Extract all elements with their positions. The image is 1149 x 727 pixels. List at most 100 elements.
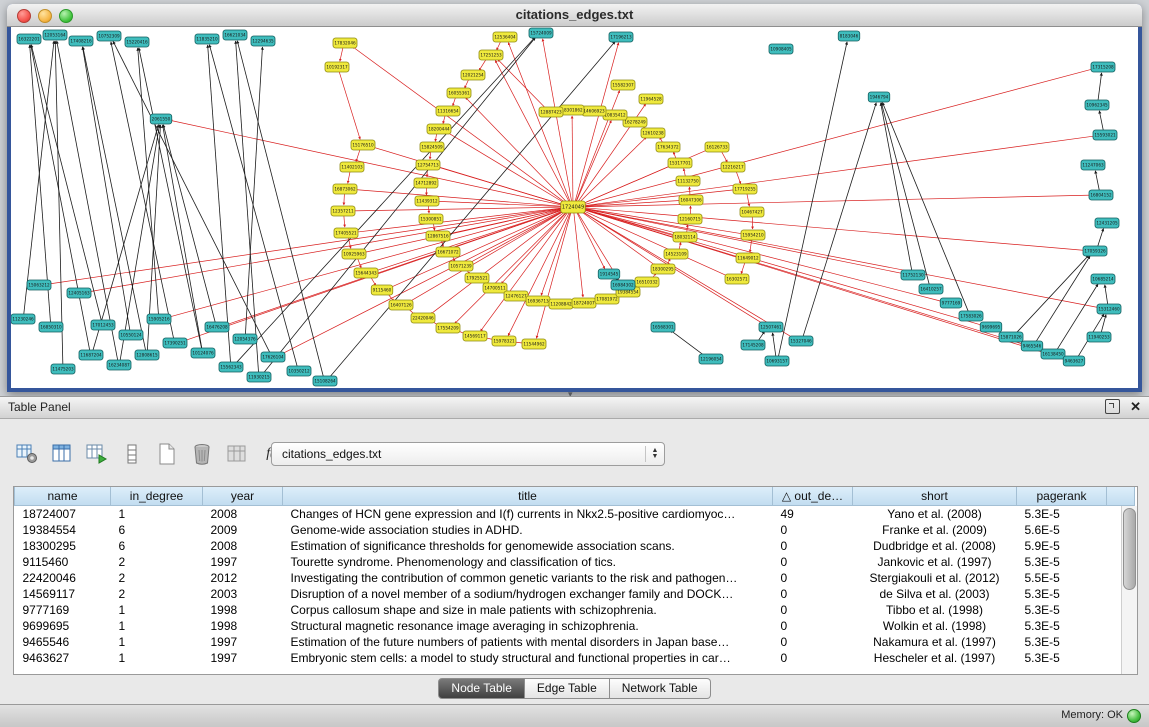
- cell-short[interactable]: Nakamura et al. (1997): [853, 634, 1017, 650]
- cell-out_degree[interactable]: 0: [773, 602, 853, 618]
- graph-edge[interactable]: [237, 41, 323, 377]
- graph-edge[interactable]: [881, 103, 929, 285]
- cell-name[interactable]: 9699695: [15, 618, 111, 634]
- graph-node[interactable]: 17405521: [334, 228, 358, 238]
- graph-node[interactable]: 9465546: [1021, 341, 1043, 351]
- graph-node[interactable]: 17251253: [479, 50, 503, 60]
- graph-edge[interactable]: [352, 47, 568, 205]
- graph-node[interactable]: 14606923: [582, 106, 606, 116]
- graph-edge[interactable]: [1095, 171, 1099, 191]
- graph-node[interactable]: 15905216: [147, 314, 171, 324]
- graph-node[interactable]: 15824509: [420, 142, 444, 152]
- graph-node[interactable]: 12021254: [461, 70, 485, 80]
- table-row[interactable]: 1456911722003Disruption of a novel membe…: [15, 586, 1135, 602]
- graph-node[interactable]: 11316654: [436, 106, 460, 116]
- graph-edge[interactable]: [344, 193, 345, 205]
- graph-node[interactable]: 15562343: [219, 362, 243, 372]
- cell-in_degree[interactable]: 2: [111, 554, 203, 570]
- graph-node[interactable]: 16936713: [526, 296, 550, 306]
- graph-node[interactable]: 8183046: [838, 31, 860, 41]
- graph-node[interactable]: 17081972: [595, 294, 619, 304]
- graph-edge[interactable]: [340, 47, 343, 62]
- graph-edge[interactable]: [1099, 111, 1103, 131]
- graph-edge[interactable]: [245, 47, 262, 335]
- graph-node[interactable]: 17390251: [163, 338, 187, 348]
- graph-node[interactable]: 22420046: [411, 313, 435, 323]
- graph-node[interactable]: 12610238: [641, 128, 665, 138]
- graph-node[interactable]: 15724009: [529, 28, 553, 38]
- graph-node[interactable]: 15063212: [27, 280, 51, 290]
- graph-node[interactable]: 17196213: [609, 32, 633, 42]
- graph-edge[interactable]: [579, 208, 983, 325]
- graph-edge[interactable]: [138, 48, 159, 315]
- graph-edge[interactable]: [372, 147, 568, 206]
- graph-node[interactable]: 16804152: [1089, 190, 1113, 200]
- graph-node[interactable]: 16407126: [389, 300, 413, 310]
- graph-node[interactable]: 2061550: [150, 114, 172, 124]
- tab-node-table[interactable]: Node Table: [438, 678, 525, 699]
- graph-node[interactable]: 12431205: [1095, 218, 1119, 228]
- cell-pagerank[interactable]: 5.9E-5: [1017, 538, 1107, 554]
- cell-out_degree[interactable]: 0: [773, 618, 853, 634]
- cell-out_degree[interactable]: 0: [773, 650, 853, 666]
- cell-out_degree[interactable]: 0: [773, 538, 853, 554]
- new-table-icon[interactable]: [154, 441, 180, 467]
- graph-node[interactable]: 16873062: [333, 184, 357, 194]
- graph-node[interactable]: 12216217: [721, 162, 745, 172]
- cell-year[interactable]: 1998: [203, 618, 283, 634]
- cell-short[interactable]: Dudbridge et al. (2008): [853, 538, 1017, 554]
- graph-node[interactable]: 17925521: [465, 273, 489, 283]
- cell-title[interactable]: Corpus callosum shape and size in male p…: [283, 602, 773, 618]
- graph-edge[interactable]: [55, 41, 63, 365]
- graph-node[interactable]: 12196054: [699, 354, 723, 364]
- graph-node[interactable]: 11402103: [340, 162, 364, 172]
- cell-title[interactable]: Estimation of significance thresholds fo…: [283, 538, 773, 554]
- graph-node[interactable]: 16322201: [17, 34, 41, 44]
- graph-node[interactable]: 18301862: [560, 105, 584, 115]
- cell-year[interactable]: 1997: [203, 634, 283, 650]
- cell-title[interactable]: Embryonic stem cells: a model to study s…: [283, 650, 773, 666]
- graph-node[interactable]: 15644343: [354, 268, 378, 278]
- graph-edge[interactable]: [88, 208, 567, 292]
- column-header-in_degree[interactable]: in_degree: [111, 487, 203, 506]
- table-row[interactable]: 1872400712008Changes of HCN gene express…: [15, 506, 1135, 523]
- graph-node[interactable]: 18032114: [673, 232, 697, 242]
- graph-node[interactable]: 12405163: [67, 288, 91, 298]
- graph-node[interactable]: 11835210: [195, 34, 219, 44]
- graph-edge[interactable]: [339, 71, 360, 140]
- table-settings-icon[interactable]: [14, 441, 40, 467]
- graph-edge[interactable]: [1035, 256, 1090, 343]
- graph-node[interactable]: 1724049: [561, 201, 586, 213]
- graph-edge[interactable]: [572, 116, 573, 203]
- cell-in_degree[interactable]: 6: [111, 522, 203, 538]
- cell-name[interactable]: 14569117: [15, 586, 111, 602]
- graph-edge[interactable]: [31, 45, 90, 351]
- graph-node[interactable]: 15327046: [789, 336, 813, 346]
- graph-edge[interactable]: [747, 193, 750, 206]
- table-row[interactable]: 946554611997Estimation of the future num…: [15, 634, 1135, 650]
- table-row[interactable]: 946362711997Embryonic stem cells: a mode…: [15, 650, 1135, 666]
- graph-node[interactable]: 10925963: [342, 249, 366, 259]
- table-row[interactable]: 969969511998Structural magnetic resonanc…: [15, 618, 1135, 634]
- cell-name[interactable]: 9115460: [15, 554, 111, 570]
- graph-node[interactable]: 11752130: [901, 270, 925, 280]
- graph-node[interactable]: 17719255: [733, 184, 757, 194]
- cell-title[interactable]: Disruption of a novel member of a sodium…: [283, 586, 773, 602]
- graph-node[interactable]: 11964528: [639, 94, 663, 104]
- graph-node[interactable]: 14569117: [463, 331, 487, 341]
- cell-title[interactable]: Investigating the contribution of common…: [283, 570, 773, 586]
- graph-edge[interactable]: [111, 42, 174, 339]
- merge-table-icon[interactable]: [224, 441, 250, 467]
- window-titlebar[interactable]: citations_edges.txt: [7, 4, 1142, 27]
- graph-node[interactable]: 17315208: [1091, 62, 1115, 72]
- cell-pagerank[interactable]: 5.5E-5: [1017, 570, 1107, 586]
- graph-node[interactable]: 15317701: [668, 158, 692, 168]
- cell-short[interactable]: de Silva et al. (2003): [853, 586, 1017, 602]
- graph-node[interactable]: 12294635: [251, 36, 275, 46]
- graph-node[interactable]: 10192317: [325, 62, 349, 72]
- graph-edge[interactable]: [773, 333, 776, 357]
- graph-node[interactable]: 12507461: [759, 322, 783, 332]
- graph-edge[interactable]: [778, 42, 847, 357]
- graph-node[interactable]: 9777169: [940, 298, 962, 308]
- graph-edge[interactable]: [348, 171, 350, 183]
